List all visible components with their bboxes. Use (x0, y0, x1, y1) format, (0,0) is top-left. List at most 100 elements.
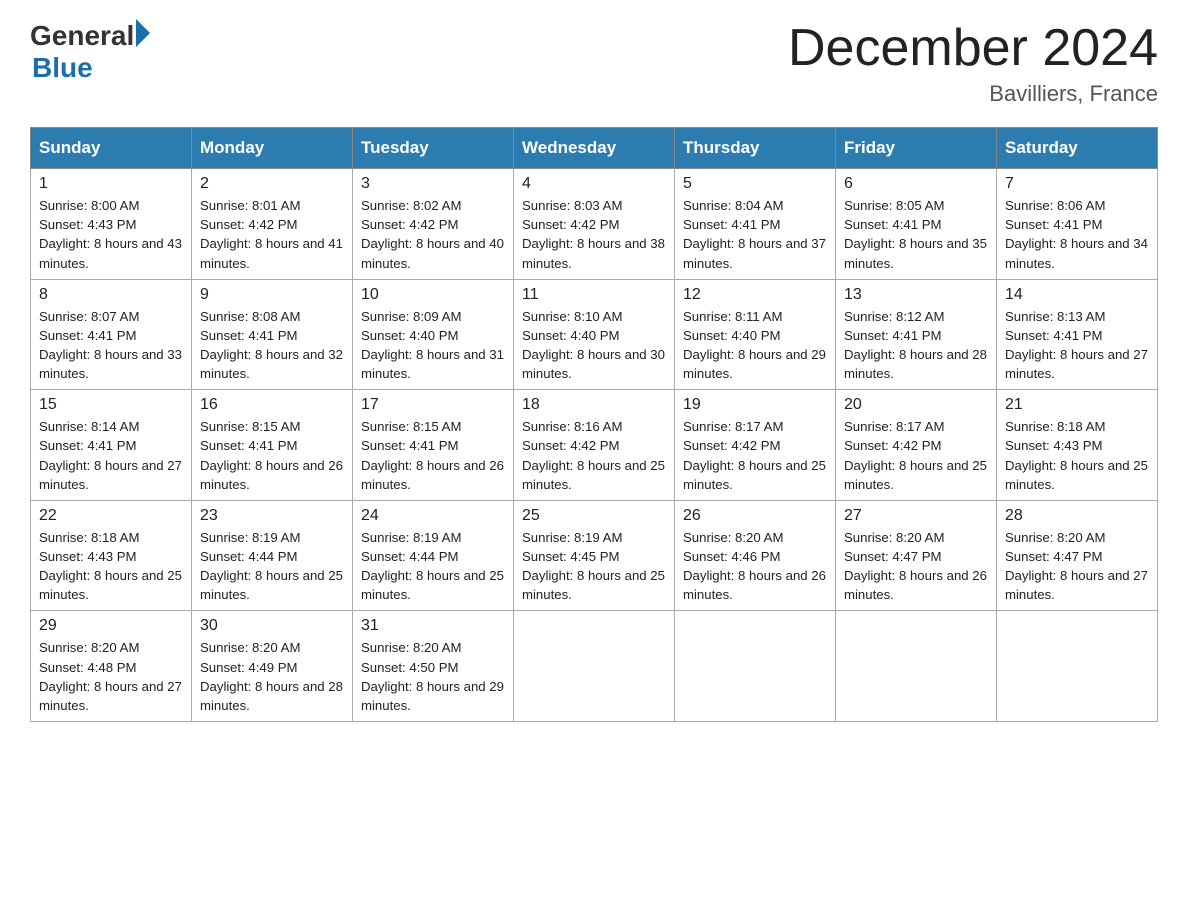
day-number: 29 (39, 617, 183, 635)
day-cell-20: 20 Sunrise: 8:17 AMSunset: 4:42 PMDayligh… (836, 390, 997, 501)
day-cell-26: 26 Sunrise: 8:20 AMSunset: 4:46 PMDayligh… (675, 500, 836, 611)
day-cell-7: 7Sunrise: 8:06 AMSunset: 4:41 PMDaylight… (997, 169, 1158, 280)
empty-cell (514, 611, 675, 722)
day-cell-9: 9 Sunrise: 8:08 AMSunset: 4:41 PMDaylight… (192, 279, 353, 390)
day-cell-1: 1 Sunrise: 8:00 AMSunset: 4:43 PMDaylight… (31, 169, 192, 280)
weekday-header-thursday: Thursday (675, 128, 836, 169)
day-number: 1 (39, 175, 183, 193)
day-info: Sunrise: 8:20 AMSunset: 4:49 PMDaylight:… (200, 638, 344, 715)
day-info: Sunrise: 8:17 AMSunset: 4:42 PMDaylight:… (844, 417, 988, 494)
day-cell-16: 16 Sunrise: 8:15 AMSunset: 4:41 PMDayligh… (192, 390, 353, 501)
day-cell-11: 11 Sunrise: 8:10 AMSunset: 4:40 PMDayligh… (514, 279, 675, 390)
day-cell-25: 25 Sunrise: 8:19 AMSunset: 4:45 PMDayligh… (514, 500, 675, 611)
weekday-header-saturday: Saturday (997, 128, 1158, 169)
calendar-subtitle: Bavilliers, France (788, 81, 1158, 107)
day-number: 22 (39, 507, 183, 525)
day-info: Sunrise: 8:16 AMSunset: 4:42 PMDaylight:… (522, 417, 666, 494)
calendar-table: SundayMondayTuesdayWednesdayThursdayFrid… (30, 127, 1158, 722)
day-info: Sunrise: 8:02 AMSunset: 4:42 PMDaylight:… (361, 196, 505, 273)
day-info: Sunrise: 8:20 AMSunset: 4:46 PMDaylight:… (683, 528, 827, 605)
day-info: Sunrise: 8:14 AMSunset: 4:41 PMDaylight:… (39, 417, 183, 494)
weekday-header-monday: Monday (192, 128, 353, 169)
day-number: 25 (522, 507, 666, 525)
day-number: 16 (200, 396, 344, 414)
day-info: Sunrise: 8:04 AMSunset: 4:41 PMDaylight:… (683, 196, 827, 273)
page-header: General Blue December 2024 Bavilliers, F… (30, 20, 1158, 107)
weekday-header-wednesday: Wednesday (514, 128, 675, 169)
day-info: Sunrise: 8:18 AMSunset: 4:43 PMDaylight:… (39, 528, 183, 605)
day-number: 14 (1005, 286, 1149, 304)
day-cell-18: 18 Sunrise: 8:16 AMSunset: 4:42 PMDayligh… (514, 390, 675, 501)
day-cell-30: 30 Sunrise: 8:20 AMSunset: 4:49 PMDayligh… (192, 611, 353, 722)
day-info: Sunrise: 8:03 AMSunset: 4:42 PMDaylight:… (522, 196, 666, 273)
day-cell-29: 29 Sunrise: 8:20 AMSunset: 4:48 PMDayligh… (31, 611, 192, 722)
day-number: 2 (200, 175, 344, 193)
day-info: Sunrise: 8:19 AMSunset: 4:44 PMDaylight:… (200, 528, 344, 605)
day-cell-27: 27Sunrise: 8:20 AMSunset: 4:47 PMDayligh… (836, 500, 997, 611)
day-number: 4 (522, 175, 666, 193)
day-cell-4: 4 Sunrise: 8:03 AMSunset: 4:42 PMDaylight… (514, 169, 675, 280)
day-number: 8 (39, 286, 183, 304)
calendar-title: December 2024 (788, 20, 1158, 77)
day-cell-15: 15 Sunrise: 8:14 AMSunset: 4:41 PMDayligh… (31, 390, 192, 501)
day-cell-13: 13 Sunrise: 8:12 AMSunset: 4:41 PMDayligh… (836, 279, 997, 390)
week-row-2: 8Sunrise: 8:07 AMSunset: 4:41 PMDaylight… (31, 279, 1158, 390)
day-number: 11 (522, 286, 666, 304)
week-row-1: 1 Sunrise: 8:00 AMSunset: 4:43 PMDaylight… (31, 169, 1158, 280)
day-info: Sunrise: 8:15 AMSunset: 4:41 PMDaylight:… (361, 417, 505, 494)
day-info: Sunrise: 8:19 AMSunset: 4:44 PMDaylight:… (361, 528, 505, 605)
day-number: 10 (361, 286, 505, 304)
day-info: Sunrise: 8:20 AMSunset: 4:48 PMDaylight:… (39, 638, 183, 715)
day-cell-10: 10 Sunrise: 8:09 AMSunset: 4:40 PMDayligh… (353, 279, 514, 390)
day-info: Sunrise: 8:12 AMSunset: 4:41 PMDaylight:… (844, 307, 988, 384)
day-number: 17 (361, 396, 505, 414)
day-cell-12: 12 Sunrise: 8:11 AMSunset: 4:40 PMDayligh… (675, 279, 836, 390)
day-cell-3: 3Sunrise: 8:02 AMSunset: 4:42 PMDaylight… (353, 169, 514, 280)
day-number: 24 (361, 507, 505, 525)
day-cell-6: 6Sunrise: 8:05 AMSunset: 4:41 PMDaylight… (836, 169, 997, 280)
weekday-header-tuesday: Tuesday (353, 128, 514, 169)
day-info: Sunrise: 8:09 AMSunset: 4:40 PMDaylight:… (361, 307, 505, 384)
weekday-header-row: SundayMondayTuesdayWednesdayThursdayFrid… (31, 128, 1158, 169)
day-number: 21 (1005, 396, 1149, 414)
day-number: 5 (683, 175, 827, 193)
logo-general-text: General (30, 20, 134, 52)
day-info: Sunrise: 8:15 AMSunset: 4:41 PMDaylight:… (200, 417, 344, 494)
day-cell-19: 19Sunrise: 8:17 AMSunset: 4:42 PMDayligh… (675, 390, 836, 501)
day-cell-28: 28 Sunrise: 8:20 AMSunset: 4:47 PMDayligh… (997, 500, 1158, 611)
day-number: 18 (522, 396, 666, 414)
week-row-3: 15 Sunrise: 8:14 AMSunset: 4:41 PMDayligh… (31, 390, 1158, 501)
day-cell-2: 2Sunrise: 8:01 AMSunset: 4:42 PMDaylight… (192, 169, 353, 280)
day-number: 9 (200, 286, 344, 304)
day-cell-5: 5 Sunrise: 8:04 AMSunset: 4:41 PMDaylight… (675, 169, 836, 280)
day-cell-8: 8Sunrise: 8:07 AMSunset: 4:41 PMDaylight… (31, 279, 192, 390)
week-row-4: 22 Sunrise: 8:18 AMSunset: 4:43 PMDayligh… (31, 500, 1158, 611)
day-number: 20 (844, 396, 988, 414)
empty-cell (836, 611, 997, 722)
day-info: Sunrise: 8:20 AMSunset: 4:47 PMDaylight:… (844, 528, 988, 605)
day-info: Sunrise: 8:00 AMSunset: 4:43 PMDaylight:… (39, 196, 183, 273)
empty-cell (675, 611, 836, 722)
day-cell-24: 24 Sunrise: 8:19 AMSunset: 4:44 PMDayligh… (353, 500, 514, 611)
day-number: 26 (683, 507, 827, 525)
day-info: Sunrise: 8:08 AMSunset: 4:41 PMDaylight:… (200, 307, 344, 384)
day-info: Sunrise: 8:11 AMSunset: 4:40 PMDaylight:… (683, 307, 827, 384)
day-number: 15 (39, 396, 183, 414)
day-info: Sunrise: 8:20 AMSunset: 4:50 PMDaylight:… (361, 638, 505, 715)
day-number: 28 (1005, 507, 1149, 525)
day-info: Sunrise: 8:10 AMSunset: 4:40 PMDaylight:… (522, 307, 666, 384)
day-info: Sunrise: 8:20 AMSunset: 4:47 PMDaylight:… (1005, 528, 1149, 605)
day-cell-22: 22 Sunrise: 8:18 AMSunset: 4:43 PMDayligh… (31, 500, 192, 611)
day-number: 31 (361, 617, 505, 635)
day-info: Sunrise: 8:06 AMSunset: 4:41 PMDaylight:… (1005, 196, 1149, 273)
day-cell-31: 31 Sunrise: 8:20 AMSunset: 4:50 PMDayligh… (353, 611, 514, 722)
weekday-header-friday: Friday (836, 128, 997, 169)
day-cell-23: 23Sunrise: 8:19 AMSunset: 4:44 PMDayligh… (192, 500, 353, 611)
week-row-5: 29 Sunrise: 8:20 AMSunset: 4:48 PMDayligh… (31, 611, 1158, 722)
day-cell-17: 17 Sunrise: 8:15 AMSunset: 4:41 PMDayligh… (353, 390, 514, 501)
day-number: 30 (200, 617, 344, 635)
day-cell-21: 21Sunrise: 8:18 AMSunset: 4:43 PMDayligh… (997, 390, 1158, 501)
day-number: 13 (844, 286, 988, 304)
day-number: 12 (683, 286, 827, 304)
day-info: Sunrise: 8:19 AMSunset: 4:45 PMDaylight:… (522, 528, 666, 605)
